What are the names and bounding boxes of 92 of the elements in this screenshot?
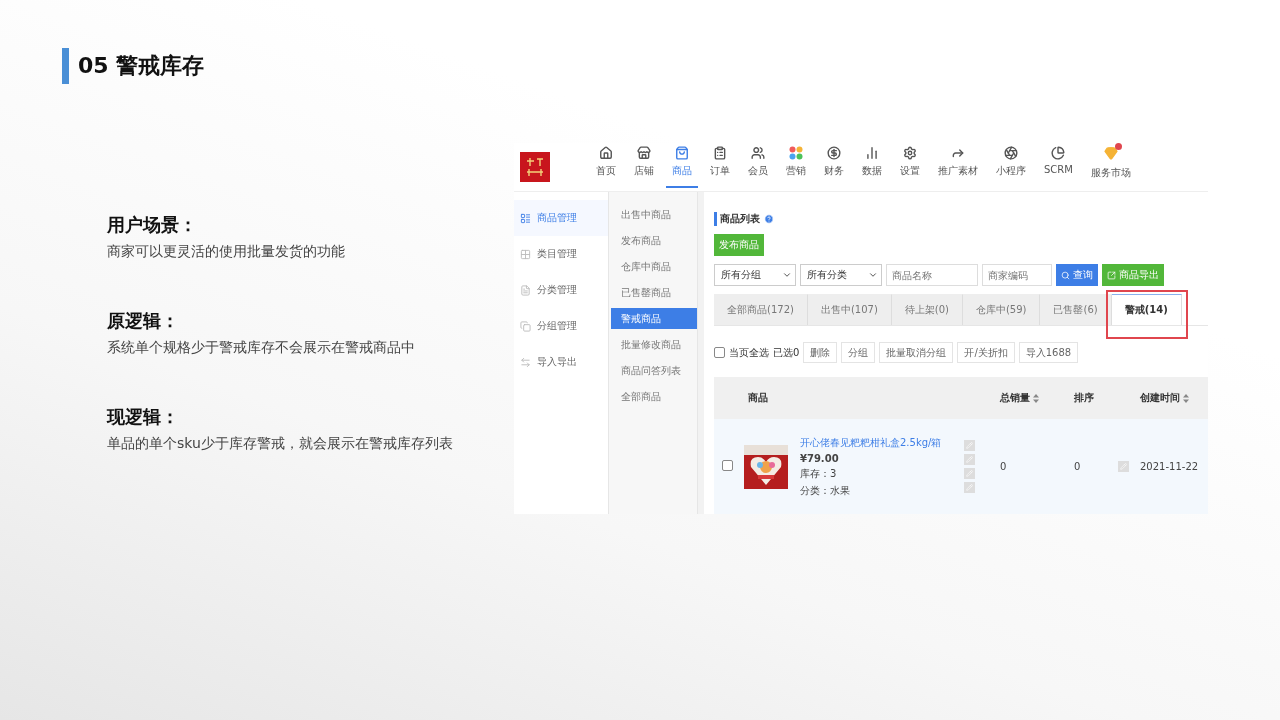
column-header[interactable]: 创建时间 xyxy=(1140,391,1208,405)
store-icon xyxy=(637,146,651,160)
search-button[interactable]: 查询 xyxy=(1056,264,1098,286)
list-title: 商品列表 xyxy=(720,212,760,226)
checkbox[interactable] xyxy=(714,347,725,358)
submenu-item[interactable]: 发布商品 xyxy=(611,230,697,251)
nav-tab[interactable]: 数据 xyxy=(856,146,888,188)
filter-tab[interactable]: 出售中(107) xyxy=(807,294,892,325)
section-text: 商家可以更灵活的使用批量发货的功能 xyxy=(107,243,346,261)
nav-tab[interactable]: 设置 xyxy=(894,146,926,188)
edit-icon[interactable] xyxy=(964,440,975,451)
share-icon xyxy=(951,146,965,160)
edit-icon[interactable] xyxy=(964,482,975,493)
selected-count: 已选0 xyxy=(773,345,800,360)
nav-tab[interactable]: 首页 xyxy=(590,146,622,188)
edit-icon[interactable] xyxy=(1118,461,1129,472)
submenu-item[interactable]: 批量修改商品 xyxy=(611,334,697,355)
bar-chart-icon xyxy=(865,146,879,160)
home-icon xyxy=(599,146,613,160)
section-heading: 用户场景： xyxy=(107,213,198,237)
nav-tab[interactable]: 商品 xyxy=(666,146,698,188)
nav-tab[interactable]: SCRM xyxy=(1038,146,1079,188)
nav-tab[interactable]: 订单 xyxy=(704,146,736,188)
column-header: 商品 xyxy=(747,391,769,405)
sidebar-item[interactable]: 商品管理 xyxy=(514,200,608,236)
column-header: 排序 xyxy=(1074,391,1095,405)
filter-tab[interactable]: 仓库中(59) xyxy=(962,294,1041,325)
gem-icon xyxy=(1103,146,1118,160)
help-icon xyxy=(764,214,774,224)
submenu-item[interactable]: 全部商品 xyxy=(611,386,697,407)
edit-icon[interactable] xyxy=(964,454,975,465)
stock-text: 库存：3 xyxy=(800,466,838,481)
category-text: 分类：水果 xyxy=(800,483,851,498)
checkbox[interactable] xyxy=(722,460,733,471)
nav-tab[interactable]: 财务 xyxy=(818,146,850,188)
submenu-item[interactable]: 出售中商品 xyxy=(611,204,697,225)
dots-icon xyxy=(789,146,803,160)
nav-tab[interactable]: 店铺 xyxy=(628,146,660,188)
accent-bar xyxy=(62,48,69,84)
filter-tab[interactable]: 警戒(14) xyxy=(1111,294,1182,325)
table-cell-text: 0 xyxy=(1000,461,1008,472)
list-icon xyxy=(520,212,531,224)
submenu-item[interactable]: 商品问答列表 xyxy=(611,360,697,381)
bag-icon xyxy=(675,146,689,160)
clipboard-icon xyxy=(713,146,727,160)
group-select[interactable]: 所有分组 xyxy=(714,264,796,286)
bulk-action-button[interactable]: 删除 xyxy=(803,342,838,363)
grid-icon xyxy=(520,248,531,260)
submenu-item[interactable]: 仓库中商品 xyxy=(611,256,697,277)
price-text: ¥79.00 xyxy=(800,452,840,464)
section-heading: 现逻辑： xyxy=(107,405,180,429)
caret-icon xyxy=(782,270,792,280)
filter-tab[interactable]: 全部商品(172) xyxy=(714,294,808,325)
code-field[interactable]: 商家编码 xyxy=(982,264,1052,286)
export-icon xyxy=(1107,270,1116,280)
users-icon xyxy=(751,146,765,160)
column-header[interactable]: 总销量 xyxy=(1000,391,1074,405)
product-link[interactable]: 开心佬春见粑粑柑礼盒2.5kg/箱 xyxy=(800,435,964,450)
select-all-label: 当页全选 xyxy=(729,345,769,360)
bulk-action-button[interactable]: 批量取消分组 xyxy=(879,342,954,363)
document-icon xyxy=(520,284,531,296)
slide-title: 05 警戒库存 xyxy=(78,52,205,80)
nav-tab[interactable]: 营销 xyxy=(780,146,812,188)
copy-icon xyxy=(520,320,531,332)
name-field[interactable]: 商品名称 xyxy=(886,264,978,286)
pie-chart-icon xyxy=(1051,146,1066,160)
edit-icon[interactable] xyxy=(964,468,975,479)
filter-tab[interactable]: 已售罄(6) xyxy=(1040,294,1112,325)
settings-icon xyxy=(903,146,917,160)
bulk-action-button[interactable]: 开/关折扣 xyxy=(957,342,1015,363)
table-cell-text: 0 xyxy=(1074,461,1082,472)
table-cell-text: 2021-11-22 xyxy=(1140,461,1200,472)
badge-icon xyxy=(1114,143,1122,150)
section-heading: 原逻辑： xyxy=(107,309,180,333)
section-text: 单品的单个sku少于库存警戒，就会展示在警戒库存列表 xyxy=(107,435,454,453)
bulk-action-button[interactable]: 导入1688 xyxy=(1018,342,1079,363)
nav-tab[interactable]: 小程序 xyxy=(990,146,1032,188)
submenu-item[interactable]: 警戒商品 xyxy=(611,308,697,329)
nav-tab[interactable]: 服务市场 xyxy=(1084,146,1137,188)
category-select[interactable]: 所有分类 xyxy=(800,264,882,286)
section-text: 系统单个规格少于警戒库存不会展示在警戒商品中 xyxy=(107,339,416,357)
logo-icon xyxy=(520,152,550,182)
submenu-item[interactable]: 已售罄商品 xyxy=(611,282,697,303)
nav-tab[interactable]: 推广素材 xyxy=(932,146,984,188)
arrows-icon xyxy=(520,356,531,368)
coin-icon xyxy=(827,146,841,160)
nav-tab[interactable]: 会员 xyxy=(742,146,774,188)
caret-icon xyxy=(868,270,878,280)
filter-tab[interactable]: 待上架(0) xyxy=(891,294,963,325)
search-icon xyxy=(1061,270,1070,280)
aperture-icon xyxy=(1004,146,1018,160)
bulk-action-button[interactable]: 分组 xyxy=(841,342,876,363)
